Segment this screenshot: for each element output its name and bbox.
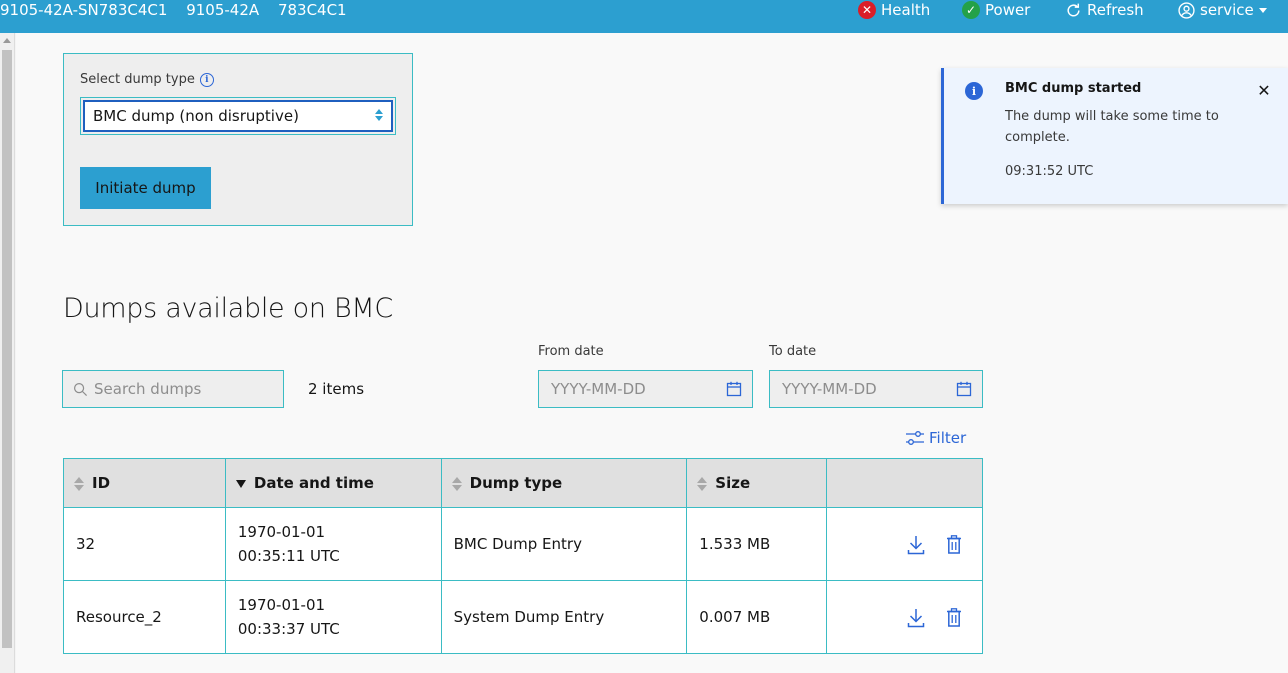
toast-notification: i BMC dump started The dump will take so… bbox=[941, 68, 1288, 204]
scrollbar-thumb[interactable] bbox=[2, 50, 12, 648]
dump-type-selected-value: BMC dump (non disruptive) bbox=[93, 107, 299, 125]
initiate-dump-button[interactable]: Initiate dump bbox=[80, 167, 211, 209]
health-status-button[interactable]: ✕ Health bbox=[858, 0, 930, 20]
dump-type-label: Select dump type bbox=[80, 72, 195, 87]
cell-size: 0.007 MB bbox=[686, 580, 828, 654]
from-date-label: From date bbox=[538, 344, 604, 359]
vertical-scrollbar[interactable] bbox=[0, 33, 15, 673]
sort-icon bbox=[451, 476, 462, 491]
power-label: Power bbox=[985, 1, 1031, 19]
cell-time: 00:33:37 UTC bbox=[237, 620, 340, 638]
top-header: 9105-42A-SN783C4C1 9105-42A 783C4C1 ✕ He… bbox=[0, 0, 1288, 33]
column-header-type[interactable]: Dump type bbox=[440, 458, 688, 508]
user-menu-button[interactable]: service bbox=[1178, 0, 1267, 20]
column-header-label: Dump type bbox=[469, 474, 563, 492]
dumps-table: ID Date and time Dump type Size 32 1970-… bbox=[63, 458, 983, 654]
to-date-placeholder: YYYY-MM-DD bbox=[782, 380, 877, 398]
cell-type: System Dump Entry bbox=[440, 580, 688, 654]
system-model: 9105-42A bbox=[186, 1, 260, 19]
user-label: service bbox=[1200, 1, 1254, 19]
checkmark-icon: ✓ bbox=[962, 1, 980, 19]
system-serial: 9105-42A-SN783C4C1 bbox=[0, 1, 168, 19]
filter-sliders-icon bbox=[906, 431, 924, 445]
to-date-label: To date bbox=[769, 344, 817, 359]
cell-actions bbox=[826, 507, 983, 581]
filter-button[interactable]: Filter bbox=[905, 429, 966, 447]
info-icon: i bbox=[965, 82, 983, 100]
search-icon bbox=[73, 382, 88, 396]
filter-label: Filter bbox=[929, 429, 967, 447]
dump-type-select-wrapper: BMC dump (non disruptive) bbox=[80, 97, 396, 135]
table-header-row: ID Date and time Dump type Size bbox=[63, 458, 983, 508]
cell-date-time: 1970-01-01 00:33:37 UTC bbox=[224, 580, 442, 654]
refresh-icon bbox=[1067, 3, 1080, 16]
dump-type-label-row: Select dump type i bbox=[80, 72, 214, 87]
column-header-id[interactable]: ID bbox=[63, 458, 226, 508]
trash-icon[interactable] bbox=[946, 608, 962, 627]
column-header-date[interactable]: Date and time bbox=[224, 458, 442, 508]
sort-icon bbox=[697, 476, 708, 491]
chevron-down-icon bbox=[1258, 7, 1267, 13]
sort-icon bbox=[74, 476, 84, 491]
toast-title: BMC dump started bbox=[1005, 81, 1142, 96]
to-date-field[interactable]: YYYY-MM-DD bbox=[769, 370, 983, 408]
column-header-label: Size bbox=[715, 474, 751, 492]
from-date-placeholder: YYYY-MM-DD bbox=[551, 380, 646, 398]
cell-id: 32 bbox=[63, 507, 226, 581]
trash-icon[interactable] bbox=[946, 535, 962, 554]
download-icon[interactable] bbox=[907, 608, 925, 628]
cell-date: 1970-01-01 bbox=[237, 596, 326, 614]
cell-date-time: 1970-01-01 00:35:11 UTC bbox=[224, 507, 442, 581]
select-arrows-icon bbox=[375, 109, 383, 123]
cell-actions bbox=[826, 580, 983, 654]
calendar-icon[interactable] bbox=[726, 381, 742, 397]
scroll-up-arrow-icon[interactable] bbox=[3, 38, 11, 43]
calendar-icon[interactable] bbox=[956, 381, 972, 397]
info-icon[interactable]: i bbox=[199, 72, 214, 87]
column-header-label: ID bbox=[92, 474, 111, 492]
power-status-button[interactable]: ✓ Power bbox=[962, 0, 1030, 20]
system-id: 783C4C1 bbox=[277, 1, 347, 19]
dump-type-select[interactable]: BMC dump (non disruptive) bbox=[83, 100, 393, 132]
sort-descending-icon bbox=[235, 479, 246, 488]
cell-date: 1970-01-01 bbox=[237, 523, 326, 541]
refresh-label: Refresh bbox=[1087, 1, 1144, 19]
cell-time: 00:35:11 UTC bbox=[237, 547, 340, 565]
health-label: Health bbox=[881, 1, 931, 19]
from-date-field[interactable]: YYYY-MM-DD bbox=[538, 370, 753, 408]
column-header-size[interactable]: Size bbox=[686, 458, 828, 508]
user-avatar-icon bbox=[1178, 1, 1195, 19]
table-row: 32 1970-01-01 00:35:11 UTC BMC Dump Entr… bbox=[63, 507, 983, 581]
search-placeholder: Search dumps bbox=[94, 380, 202, 398]
items-count: 2 items bbox=[308, 380, 365, 398]
system-ids: 9105-42A-SN783C4C1 9105-42A 783C4C1 bbox=[0, 0, 361, 20]
table-row: Resource_2 1970-01-01 00:33:37 UTC Syste… bbox=[63, 580, 983, 654]
download-icon[interactable] bbox=[907, 535, 925, 555]
initiate-dump-panel: Select dump type i BMC dump (non disrupt… bbox=[63, 53, 413, 226]
column-header-label: Date and time bbox=[253, 474, 374, 492]
cell-id: Resource_2 bbox=[63, 580, 226, 654]
search-input[interactable]: Search dumps bbox=[62, 370, 284, 408]
cell-size: 1.533 MB bbox=[686, 507, 828, 581]
refresh-button[interactable]: Refresh bbox=[1065, 0, 1144, 20]
page-section-title: Dumps available on BMC bbox=[63, 293, 393, 324]
close-icon[interactable]: ✕ bbox=[1256, 81, 1272, 100]
error-icon: ✕ bbox=[858, 1, 876, 19]
cell-type: BMC Dump Entry bbox=[440, 507, 688, 581]
toast-body: The dump will take some time to complete… bbox=[1005, 109, 1219, 145]
toast-timestamp: 09:31:52 UTC bbox=[1005, 164, 1094, 179]
main-content: Select dump type i BMC dump (non disrupt… bbox=[16, 33, 1288, 673]
column-header-actions bbox=[826, 458, 983, 508]
